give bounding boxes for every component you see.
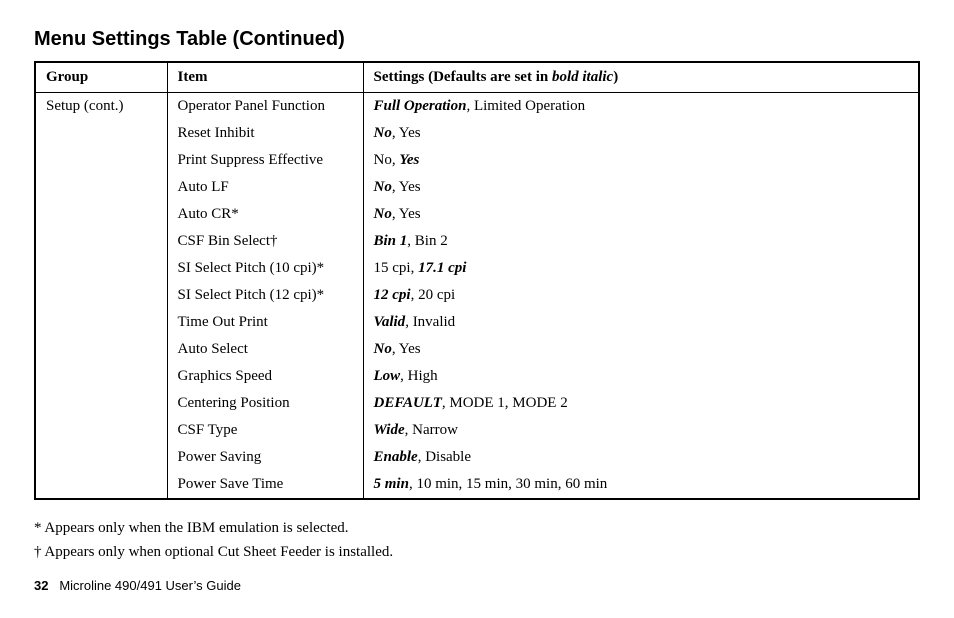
table-row: CSF TypeWide, Narrow bbox=[35, 417, 919, 444]
cell-group bbox=[35, 444, 167, 471]
table-row: Time Out PrintValid, Invalid bbox=[35, 309, 919, 336]
cell-settings: No, Yes bbox=[363, 201, 919, 228]
cell-settings: 5 min, 10 min, 15 min, 30 min, 60 min bbox=[363, 471, 919, 499]
cell-group bbox=[35, 201, 167, 228]
col-header-group: Group bbox=[35, 62, 167, 93]
cell-settings: Low, High bbox=[363, 363, 919, 390]
table-row: Graphics SpeedLow, High bbox=[35, 363, 919, 390]
table-row: Centering PositionDEFAULT, MODE 1, MODE … bbox=[35, 390, 919, 417]
cell-item: Centering Position bbox=[167, 390, 363, 417]
cell-item: Auto CR* bbox=[167, 201, 363, 228]
table-row: SI Select Pitch (10 cpi)*15 cpi, 17.1 cp… bbox=[35, 255, 919, 282]
cell-settings: Wide, Narrow bbox=[363, 417, 919, 444]
cell-group bbox=[35, 471, 167, 499]
cell-item: Print Suppress Effective bbox=[167, 147, 363, 174]
col-header-settings: Settings (Defaults are set in bold itali… bbox=[363, 62, 919, 93]
table-row: Reset InhibitNo, Yes bbox=[35, 120, 919, 147]
cell-settings: No, Yes bbox=[363, 336, 919, 363]
cell-group bbox=[35, 147, 167, 174]
cell-settings: DEFAULT, MODE 1, MODE 2 bbox=[363, 390, 919, 417]
table-row: Auto LFNo, Yes bbox=[35, 174, 919, 201]
table-row: Power Save Time5 min, 10 min, 15 min, 30… bbox=[35, 471, 919, 499]
cell-group bbox=[35, 120, 167, 147]
cell-item: Operator Panel Function bbox=[167, 93, 363, 121]
settings-table: Group Item Settings (Defaults are set in… bbox=[34, 61, 920, 500]
cell-settings: No, Yes bbox=[363, 147, 919, 174]
cell-group bbox=[35, 390, 167, 417]
cell-group: Setup (cont.) bbox=[35, 93, 167, 121]
cell-settings: Full Operation, Limited Operation bbox=[363, 93, 919, 121]
col-header-item: Item bbox=[167, 62, 363, 93]
cell-settings: 15 cpi, 17.1 cpi bbox=[363, 255, 919, 282]
page-number: 32 bbox=[34, 578, 48, 593]
cell-group bbox=[35, 363, 167, 390]
table-row: Auto CR*No, Yes bbox=[35, 201, 919, 228]
cell-settings: No, Yes bbox=[363, 174, 919, 201]
cell-settings: Valid, Invalid bbox=[363, 309, 919, 336]
cell-group bbox=[35, 174, 167, 201]
table-body: Setup (cont.)Operator Panel FunctionFull… bbox=[35, 93, 919, 500]
cell-group bbox=[35, 228, 167, 255]
cell-group bbox=[35, 417, 167, 444]
table-row: Auto SelectNo, Yes bbox=[35, 336, 919, 363]
cell-group bbox=[35, 255, 167, 282]
table-row: CSF Bin Select†Bin 1, Bin 2 bbox=[35, 228, 919, 255]
cell-settings: No, Yes bbox=[363, 120, 919, 147]
page-title: Menu Settings Table (Continued) bbox=[34, 28, 920, 51]
cell-group bbox=[35, 309, 167, 336]
cell-item: CSF Bin Select† bbox=[167, 228, 363, 255]
footnote: * Appears only when the IBM emulation is… bbox=[34, 516, 920, 540]
cell-item: Graphics Speed bbox=[167, 363, 363, 390]
cell-item: SI Select Pitch (10 cpi)* bbox=[167, 255, 363, 282]
table-row: Print Suppress EffectiveNo, Yes bbox=[35, 147, 919, 174]
cell-settings: Bin 1, Bin 2 bbox=[363, 228, 919, 255]
cell-settings: Enable, Disable bbox=[363, 444, 919, 471]
footnotes: * Appears only when the IBM emulation is… bbox=[34, 516, 920, 564]
cell-group bbox=[35, 282, 167, 309]
page-footer: 32 Microline 490/491 User’s Guide bbox=[34, 578, 920, 593]
cell-item: Reset Inhibit bbox=[167, 120, 363, 147]
cell-item: Auto Select bbox=[167, 336, 363, 363]
cell-item: SI Select Pitch (12 cpi)* bbox=[167, 282, 363, 309]
cell-item: CSF Type bbox=[167, 417, 363, 444]
table-row: Power SavingEnable, Disable bbox=[35, 444, 919, 471]
table-row: Setup (cont.)Operator Panel FunctionFull… bbox=[35, 93, 919, 121]
footnote: † Appears only when optional Cut Sheet F… bbox=[34, 540, 920, 564]
cell-item: Power Save Time bbox=[167, 471, 363, 499]
cell-item: Time Out Print bbox=[167, 309, 363, 336]
cell-group bbox=[35, 336, 167, 363]
doc-title: Microline 490/491 User’s Guide bbox=[59, 578, 241, 593]
table-row: SI Select Pitch (12 cpi)*12 cpi, 20 cpi bbox=[35, 282, 919, 309]
cell-settings: 12 cpi, 20 cpi bbox=[363, 282, 919, 309]
cell-item: Auto LF bbox=[167, 174, 363, 201]
cell-item: Power Saving bbox=[167, 444, 363, 471]
